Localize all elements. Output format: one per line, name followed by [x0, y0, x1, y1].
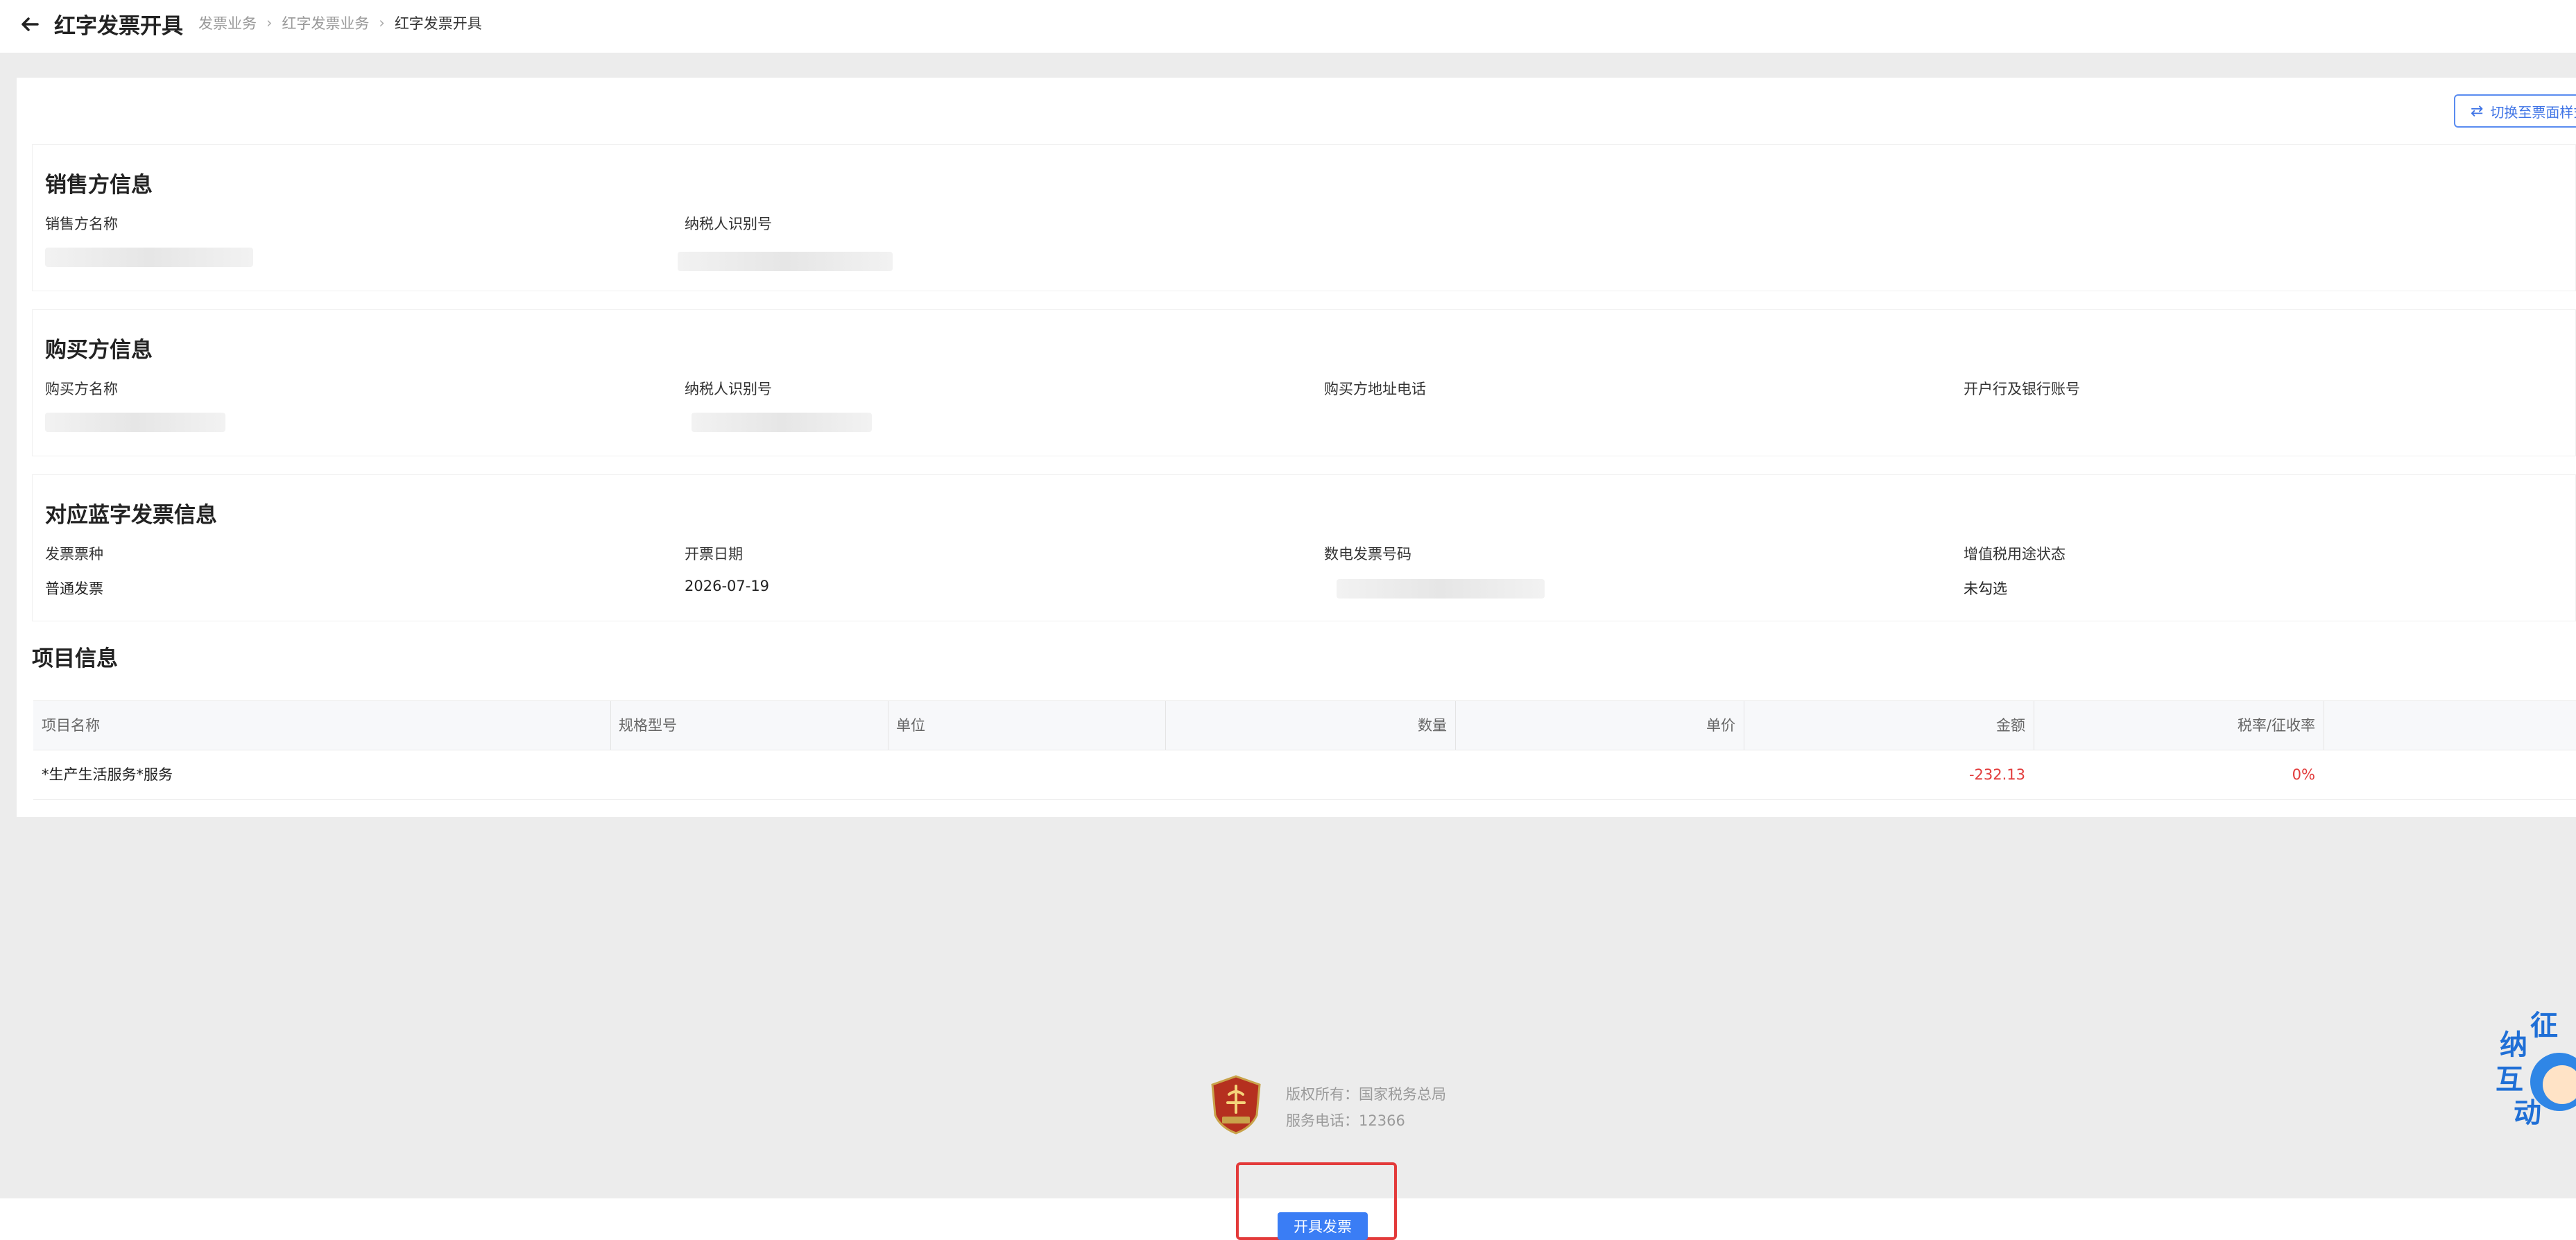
page-title: 红字发票开具 — [54, 14, 183, 39]
item-name-cell: *生产生活服务*服务 — [42, 766, 173, 783]
back-arrow-icon[interactable] — [18, 12, 42, 36]
item-tax-rate-cell: 0% — [2292, 766, 2315, 783]
issue-invoice-button[interactable]: 开具发票 — [1278, 1212, 1368, 1240]
chevron-right-icon: › — [266, 15, 273, 31]
column-header-unit: 单位 — [896, 717, 925, 734]
seller-section: 销售方信息 销售方名称 纳税人识别号 — [32, 144, 2576, 291]
column-header-tax-rate: 税率/征收率 — [2237, 717, 2315, 734]
switch-view-button[interactable]: ⇄ 切换至票面样式 — [2454, 94, 2576, 128]
footer-phone: 服务电话：12366 — [1286, 1112, 1405, 1129]
column-header-quantity: 数量 — [1418, 717, 1447, 734]
buyer-name-value-redacted — [45, 413, 225, 432]
switch-view-label: 切换至票面样式 — [2490, 103, 2576, 121]
table-row: *生产生活服务*服务 -232.13 0% — [33, 750, 2576, 800]
invoice-type-label: 发票票种 — [45, 546, 103, 562]
items-table-header: 项目名称 规格型号 单位 数量 单价 金额 税率/征收率 — [33, 700, 2576, 750]
swap-icon: ⇄ — [2471, 102, 2484, 120]
assistant-mascot-icon[interactable]: 征 纳 互 动 — [2490, 999, 2576, 1137]
seller-name-label: 销售方名称 — [45, 216, 118, 232]
invoice-date-label: 开票日期 — [685, 546, 743, 562]
buyer-address-label: 购买方地址电话 — [1324, 381, 1426, 397]
breadcrumb-item-current: 红字发票开具 — [394, 15, 482, 32]
invoice-type-value: 普通发票 — [45, 580, 103, 597]
buyer-tax-id-value-redacted — [692, 413, 872, 432]
buyer-section: 购买方信息 购买方名称 纳税人识别号 购买方地址电话 开户行及银行账号 — [32, 309, 2576, 456]
buyer-bank-label: 开户行及银行账号 — [1964, 381, 2080, 397]
seller-section-title: 销售方信息 — [45, 173, 153, 198]
tax-bureau-emblem-icon — [1211, 1075, 1261, 1135]
svg-text:纳: 纳 — [2500, 1029, 2527, 1061]
breadcrumb-item-invoice-business[interactable]: 发票业务 — [198, 12, 257, 33]
column-header-unit-price: 单价 — [1706, 717, 1735, 734]
svg-text:互: 互 — [2496, 1064, 2523, 1096]
buyer-name-label: 购买方名称 — [45, 381, 118, 397]
svg-text:征: 征 — [2530, 1010, 2558, 1042]
vat-usage-status-label: 增值税用途状态 — [1964, 546, 2066, 562]
seller-tax-id-value-redacted — [678, 252, 893, 271]
items-section-title: 项目信息 — [32, 646, 118, 671]
buyer-section-title: 购买方信息 — [45, 338, 153, 363]
column-header-name: 项目名称 — [42, 717, 100, 734]
page-header: 红字发票开具 发票业务 › 红字发票业务 › 红字发票开具 — [0, 0, 2576, 53]
breadcrumb: 发票业务 › 红字发票业务 › 红字发票开具 — [198, 12, 482, 33]
invoice-date-value: 2026-07-19 — [685, 578, 770, 594]
column-header-amount: 金额 — [1996, 717, 2025, 734]
footer-copyright: 版权所有：国家税务总局 — [1286, 1086, 1446, 1103]
buyer-tax-id-label: 纳税人识别号 — [685, 381, 772, 397]
column-header-spec: 规格型号 — [619, 717, 677, 734]
seller-name-value-redacted — [45, 248, 253, 267]
blue-invoice-section: 对应蓝字发票信息 发票票种 普通发票 开票日期 2026-07-19 数电发票号… — [32, 474, 2576, 621]
chevron-right-icon: › — [379, 15, 385, 31]
svg-text:动: 动 — [2514, 1097, 2541, 1129]
invoice-number-label: 数电发票号码 — [1324, 546, 1411, 562]
seller-tax-id-label: 纳税人识别号 — [685, 216, 772, 232]
breadcrumb-item-red-invoice-business[interactable]: 红字发票业务 — [282, 12, 369, 33]
vat-usage-status-value: 未勾选 — [1964, 580, 2007, 597]
invoice-number-value-redacted — [1337, 579, 1545, 599]
blue-invoice-section-title: 对应蓝字发票信息 — [45, 503, 217, 528]
item-amount-cell: -232.13 — [1968, 766, 2025, 783]
